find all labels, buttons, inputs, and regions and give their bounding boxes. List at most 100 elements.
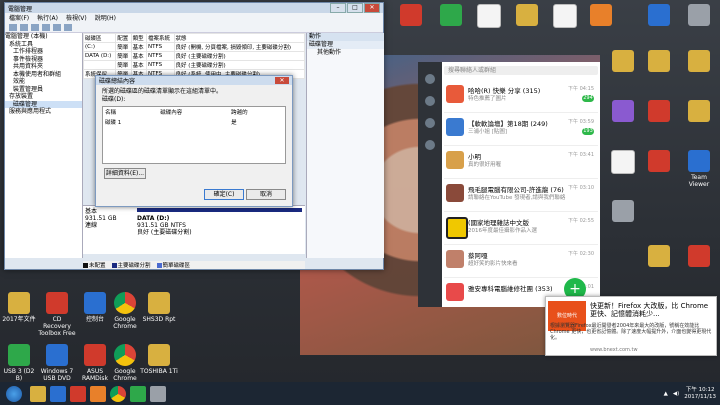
chat-icon[interactable] [425, 96, 435, 106]
avatar-icon[interactable] [425, 74, 435, 84]
desktop-icon-r2[interactable] [432, 4, 470, 28]
pdf-icon[interactable] [70, 385, 86, 402]
details-button[interactable]: 詳細資料(E)... [104, 168, 146, 179]
disk-list[interactable]: 名稱 磁碟內容 跨越的 磁碟 1 是 [102, 106, 286, 164]
desktop-icon-r13[interactable] [640, 100, 678, 124]
desktop-icon-toshiba[interactable]: TOSHIBA 1Ti [140, 344, 178, 375]
disk-label[interactable]: 基本 931.51 GB 連線 [85, 208, 135, 229]
tree-item-services[interactable]: 服務與應用程式 [5, 108, 82, 116]
desktop-icon-r5[interactable] [546, 4, 584, 30]
list-item[interactable]: 哈哈(R) 快樂 分享 (315) 特色推薦了圖片 下午 04:15 294 [444, 80, 598, 113]
tree-item-system-tools[interactable]: 系統工具 [5, 41, 82, 49]
desktop-icon-r15[interactable] [604, 150, 642, 176]
menu-file[interactable]: 檔案(F) [9, 13, 29, 22]
desktop-icon-chrome-2[interactable]: Google Chrome [106, 344, 144, 382]
col-volume[interactable]: 磁碟區 [82, 33, 117, 43]
desktop-icon-r12[interactable] [604, 100, 642, 124]
dialog-close-button[interactable]: ✕ [275, 77, 289, 84]
desktop-icon-r9[interactable] [604, 50, 642, 74]
desktop-icon-teamviewer[interactable]: Team Viewer [680, 150, 718, 188]
back-icon[interactable] [9, 23, 17, 31]
clock[interactable]: 下午 10:12 2017/11/13 [684, 387, 716, 401]
desktop-icon-r20[interactable] [680, 245, 718, 269]
start-button[interactable] [6, 385, 22, 402]
chat-window[interactable]: 搜尋聯絡人或群組 哈哈(R) 快樂 分享 (315) 特色推薦了圖片 下午 04:1… [418, 62, 600, 307]
chat-search-input[interactable]: 搜尋聯絡人或群組 [444, 66, 598, 75]
tree-item-task-scheduler[interactable]: 工作排程器 [5, 48, 82, 56]
table-row[interactable]: 簡單 基本 NTFS 良好 (主要磁碟分割) [82, 60, 306, 70]
desktop-icon-r7[interactable] [640, 4, 678, 28]
properties-icon[interactable] [42, 23, 50, 31]
desktop-icon-shs3d[interactable]: SHS3D Rpt [140, 292, 178, 323]
desktop-icon-r4[interactable] [508, 4, 546, 28]
list-item[interactable]: 飛毛腿電腦有限公司-許進龍 (76) 請聯絡在YouTube 發現者,請與我們聯絡… [444, 179, 598, 212]
list-view-icon[interactable] [64, 23, 72, 31]
favorites-icon[interactable] [425, 140, 435, 150]
list-item[interactable]: 小明 真的很好用喔 下午 03:41 [444, 146, 598, 179]
cancel-button[interactable]: 取消 [246, 189, 286, 200]
desktop-icon-r8[interactable] [680, 4, 718, 28]
actions-section[interactable]: 磁碟管理 [307, 41, 384, 49]
computer-management-icon[interactable] [150, 385, 166, 402]
desktop-icon-r10[interactable] [640, 50, 678, 74]
chrome-icon[interactable] [110, 385, 126, 402]
desktop-icon-r14[interactable] [680, 100, 718, 124]
wechat-icon [440, 4, 462, 26]
wechat-icon[interactable] [130, 385, 146, 402]
menu-help[interactable]: 說明(H) [95, 13, 116, 22]
tree-item-storage[interactable]: 存放裝置 [5, 93, 82, 101]
more-actions-link[interactable]: 其他動作 [307, 49, 384, 57]
contacts-icon[interactable] [425, 118, 435, 128]
desktop-icon-cd-recovery[interactable]: CD Recovery Toolbox Free [38, 292, 76, 337]
list-item[interactable]: (國家地理雜誌中文版 2016年度最佳攝影作品入選 下午 02:55 [444, 212, 598, 245]
minimize-button[interactable]: – [330, 3, 346, 13]
col-status[interactable]: 狀態 [173, 33, 306, 43]
tree-item-root[interactable]: 電腦管理 (本機) [5, 33, 82, 41]
desktop-icon-chrome[interactable]: Google Chrome [106, 292, 144, 330]
volume-block[interactable]: DATA (D:) 931.51 GB NTFS 良好 (主要磁碟分割) [137, 215, 192, 236]
window-titlebar[interactable]: 電腦管理 – □ ✕ [5, 3, 383, 13]
tree-item-event-viewer[interactable]: 事件檢視器 [5, 56, 82, 64]
notification-toast[interactable]: 數位時代 快更新！Firefox 大改版，比 Chrome 更快、記憶體消耗少.… [545, 296, 717, 356]
tree-item-local-users[interactable]: 本機使用者和群組 [5, 71, 82, 79]
plus-icon: + [569, 281, 581, 297]
explorer-icon[interactable] [30, 385, 46, 402]
close-button[interactable]: ✕ [364, 3, 380, 13]
col-filesystem[interactable]: 檔案系統 [146, 33, 175, 43]
firefox-icon[interactable] [90, 385, 106, 402]
list-item[interactable]: 磁碟 1 是 [103, 117, 285, 127]
app-icon [688, 4, 710, 26]
maximize-button[interactable]: □ [347, 3, 363, 13]
toast-source: www.bnext.com.tw [590, 347, 638, 353]
table-row[interactable]: (C:) 簡單 基本 NTFS 良好 (開機, 分頁檔案, 損毀傾印, 主要磁碟分割) [82, 42, 306, 52]
desktop-icon-r6[interactable] [582, 4, 620, 28]
menu-view[interactable]: 檢視(V) [66, 13, 87, 22]
up-icon[interactable] [31, 23, 39, 31]
desktop-icon-r3[interactable] [470, 4, 508, 30]
desktop-icon-usb[interactable]: USB 3 (D2 B) [0, 344, 38, 382]
disk-properties-dialog[interactable]: 磁碟總結內容 ✕ 所選的磁碟區的磁碟清單顯示在這組清單中。 磁碟(D): 名稱 … [95, 75, 293, 207]
col-type[interactable]: 類型 [130, 33, 148, 43]
network-icon[interactable]: ▲ [664, 391, 668, 397]
desktop-icon-r19[interactable] [640, 245, 678, 269]
desktop-icon-r1[interactable] [392, 4, 430, 28]
ie-icon[interactable] [50, 385, 66, 402]
desktop-icon-folder-2017[interactable]: 2017年文件 [0, 292, 38, 323]
tree-item-device-manager[interactable]: 裝置管理員 [5, 86, 82, 94]
help-icon[interactable] [53, 23, 61, 31]
forward-icon[interactable] [20, 23, 28, 31]
list-item[interactable]: 【軟軟論壇】第18期 (249) 三浦小姐 [貼圖] 下午 03:59 193 [444, 113, 598, 146]
desktop-icon-r16[interactable] [640, 150, 678, 174]
desktop-icon-r11[interactable] [680, 50, 718, 74]
dialog-titlebar[interactable]: 磁碟總結內容 ✕ [96, 76, 292, 85]
tree-item-disk-management[interactable]: 磁碟管理 [5, 100, 82, 108]
ok-button[interactable]: 確定(C) [204, 189, 244, 200]
menu-action[interactable]: 執行(A) [37, 13, 58, 22]
list-item[interactable]: 蔡阿嘎 超好笑的影片快來看 下午 02:30 [444, 245, 598, 278]
tree-item-performance[interactable]: 效能 [5, 78, 82, 86]
col-layout[interactable]: 配置 [115, 33, 132, 43]
desktop-icon-r18[interactable] [604, 200, 642, 224]
volume-icon[interactable]: ◀) [673, 391, 679, 397]
tree-item-shared-folders[interactable]: 共用資料夾 [5, 63, 82, 71]
table-row[interactable]: DATA (D:) 簡單 基本 NTFS 良好 (主要磁碟分割) [82, 51, 306, 61]
